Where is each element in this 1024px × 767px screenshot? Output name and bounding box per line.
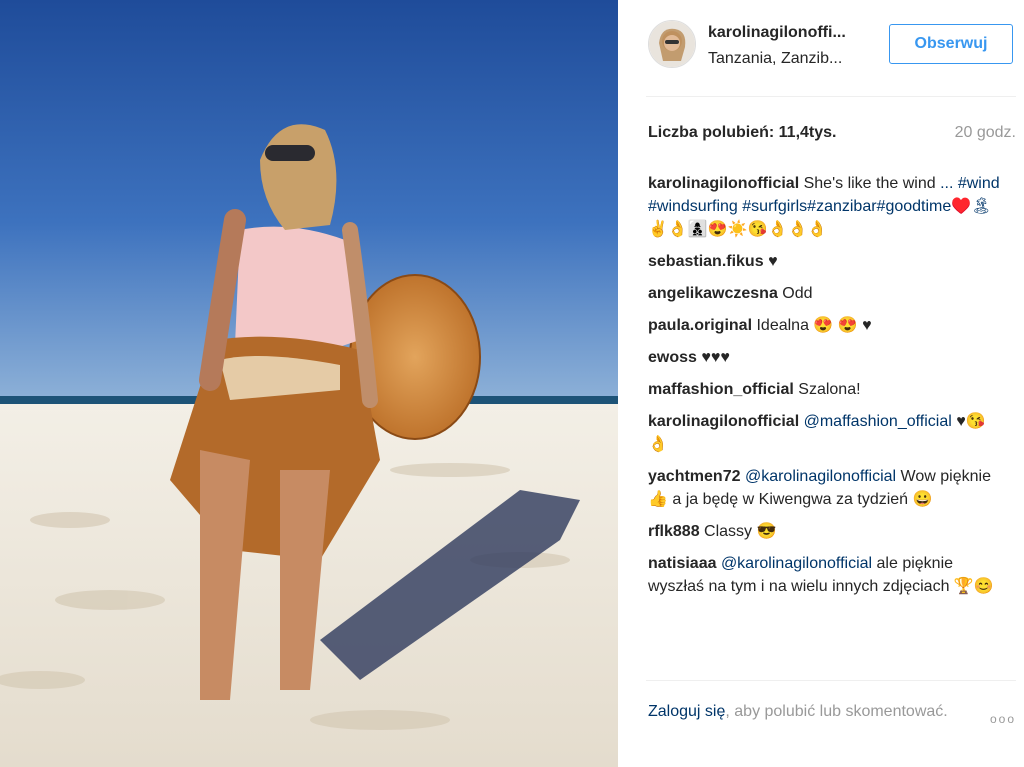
follow-button[interactable]: Obserwuj [889, 24, 1013, 64]
comment: rflk888 Classy 😎 [648, 520, 1000, 543]
login-link[interactable]: Zaloguj się [648, 703, 725, 720]
comment-username[interactable]: angelikawczesna [648, 285, 778, 302]
more-options-button[interactable]: ooo [990, 712, 1016, 726]
comment-username[interactable]: ewoss [648, 349, 697, 366]
comment-text: Szalona! [798, 381, 861, 398]
comment-text: Idealna 😍 😍 ♥ [756, 317, 872, 334]
comment-mention[interactable]: @karolinagilonofficial [745, 468, 896, 485]
comment: maffashion_official Szalona! [648, 378, 1000, 401]
comment-mention[interactable]: @karolinagilonofficial [721, 555, 872, 572]
comment: ewoss ♥♥♥ [648, 346, 1000, 369]
comment-text: Odd [782, 285, 813, 302]
comment: yachtmen72 @karolinagilonofficial Wow pi… [648, 465, 1000, 511]
comment-list: karolinagilonofficial She's like the win… [648, 172, 1000, 672]
comment-text: Classy 😎 [704, 523, 777, 540]
post-username[interactable]: karolinagilonoffi... [708, 24, 846, 42]
comment-username[interactable]: karolinagilonofficial [648, 413, 799, 430]
post-location[interactable]: Tanzania, Zanzib... [708, 50, 842, 68]
comment-mention[interactable]: @maffashion_official [804, 413, 952, 430]
comment: paula.original Idealna 😍 😍 ♥ [648, 314, 1000, 337]
likes-count[interactable]: Liczba polubień: 11,4tys. [648, 124, 837, 142]
comment-caption: karolinagilonofficial She's like the win… [648, 172, 1000, 241]
post-photo[interactable] [0, 0, 618, 767]
post-header: karolinagilonoffi... Tanzania, Zanzib...… [646, 18, 1018, 74]
comment-username[interactable]: natisiaaa [648, 555, 716, 572]
post-sidebar: karolinagilonoffi... Tanzania, Zanzib...… [618, 0, 1024, 767]
comment-username[interactable]: maffashion_official [648, 381, 794, 398]
comment-username[interactable]: sebastian.fikus [648, 253, 764, 270]
comment: sebastian.fikus ♥ [648, 250, 1000, 273]
comment-text: She's like the wind [803, 175, 936, 192]
login-prompt: Zaloguj się, aby polubić lub skomentować… [648, 700, 948, 723]
comment: angelikawczesna Odd [648, 282, 1000, 305]
comment-username[interactable]: yachtmen72 [648, 468, 741, 485]
comment: karolinagilonofficial @maffashion_offici… [648, 410, 1000, 456]
login-prompt-text: , aby polubić lub skomentować. [725, 703, 948, 720]
comment: natisiaaa @karolinagilonofficial ale pię… [648, 552, 1000, 598]
divider [646, 96, 1016, 97]
avatar[interactable] [648, 20, 696, 68]
comment-username[interactable]: karolinagilonofficial [648, 175, 799, 192]
divider [646, 680, 1016, 681]
comment-text: ♥ [768, 253, 778, 270]
comment-username[interactable]: rflk888 [648, 523, 700, 540]
post-time[interactable]: 20 godz. [955, 124, 1016, 142]
comment-text: ♥♥♥ [701, 349, 730, 366]
comment-username[interactable]: paula.original [648, 317, 752, 334]
